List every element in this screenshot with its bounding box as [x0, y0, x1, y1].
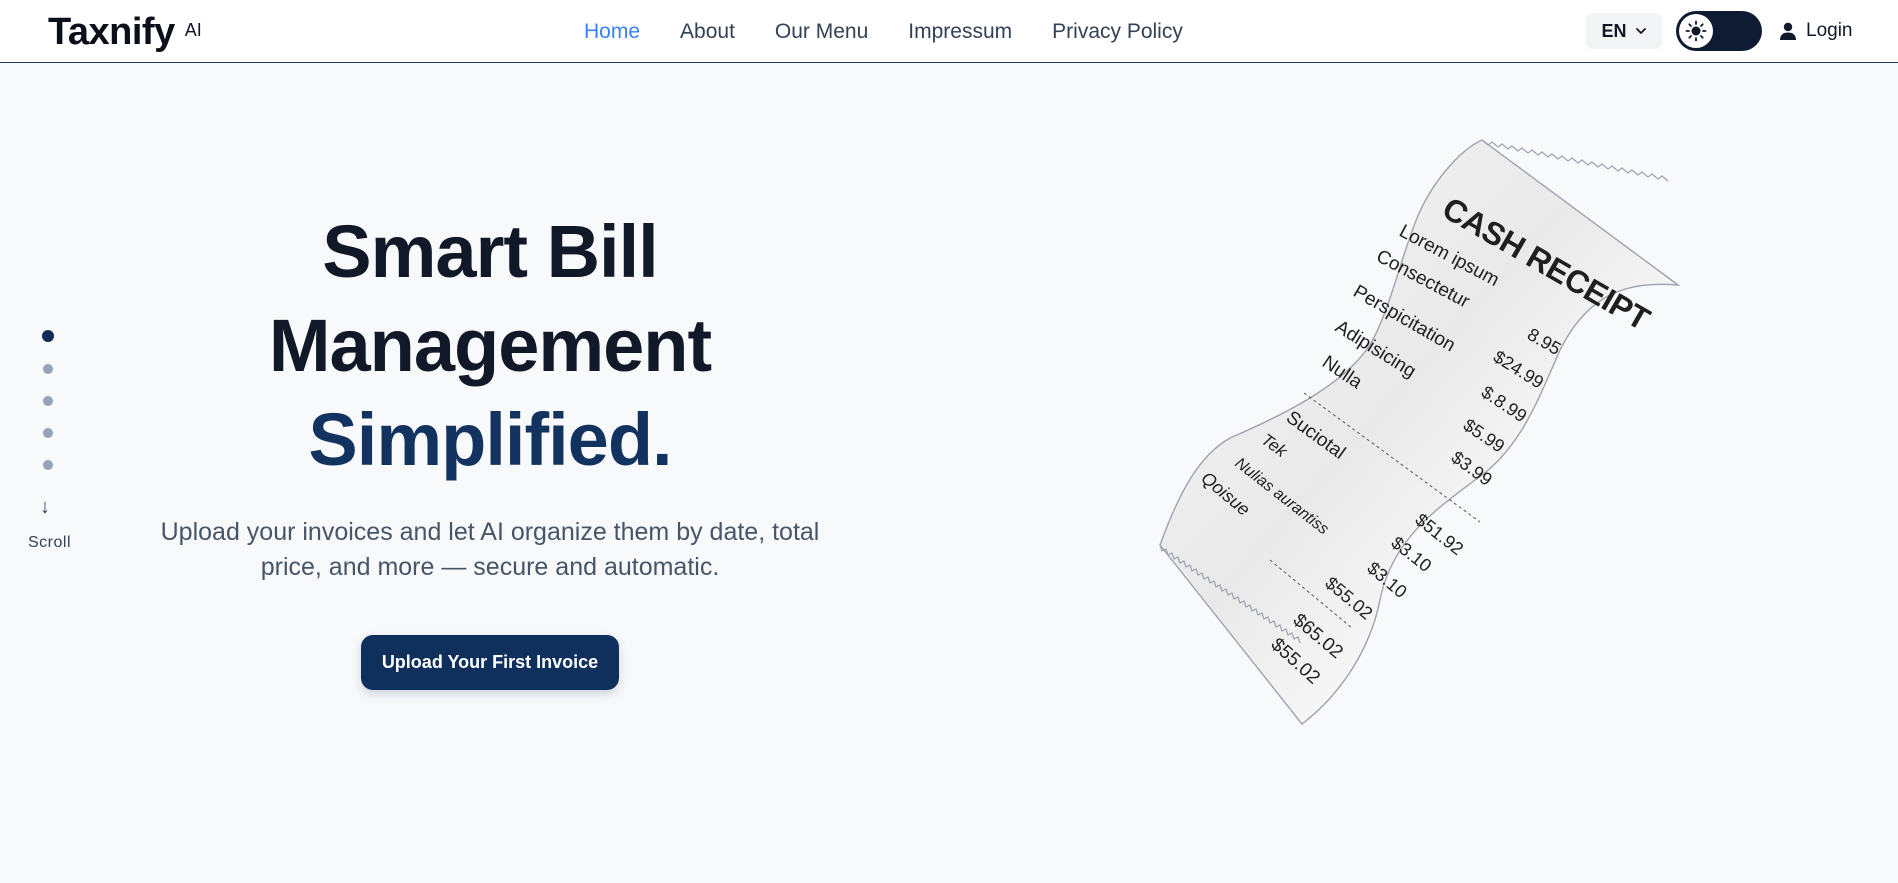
arrow-down-icon[interactable]: ↓	[40, 496, 50, 519]
hero-title-line-2: Management	[268, 304, 712, 387]
brand-logo[interactable]: Taxnify AI	[48, 10, 202, 54]
top-navbar: Taxnify AI Home About Our Menu Impressum…	[0, 0, 1898, 63]
receipt-illustration: CASH RECEIPT Lorem ipsum Consectetur Per…	[1080, 120, 1720, 740]
section-dot-2[interactable]	[43, 364, 53, 374]
sun-icon	[1685, 20, 1707, 42]
section-pagination	[42, 330, 54, 492]
hero-subtitle: Upload your invoices and let AI organize…	[160, 518, 820, 581]
hero-section: Smart Bill Management Simplified. Upload…	[120, 205, 860, 690]
section-dot-5[interactable]	[43, 460, 53, 470]
toggle-knob	[1679, 14, 1713, 48]
login-label: Login	[1806, 20, 1853, 41]
nav-our-menu[interactable]: Our Menu	[775, 19, 868, 45]
brand-suffix: AI	[184, 20, 202, 40]
language-value: EN	[1601, 20, 1627, 41]
section-dot-4[interactable]	[43, 428, 53, 438]
main-nav: Home About Our Menu Impressum Privacy Po…	[584, 19, 1223, 45]
hero-title-line-1: Smart Bill	[322, 210, 658, 293]
brand-name: Taxnify	[48, 11, 175, 53]
section-dot-3[interactable]	[43, 396, 53, 406]
login-button[interactable]: Login	[1778, 20, 1853, 42]
user-icon	[1780, 22, 1796, 40]
nav-about[interactable]: About	[680, 19, 735, 45]
chevron-down-icon	[1635, 28, 1646, 34]
section-dot-1[interactable]	[42, 330, 54, 342]
nav-impressum[interactable]: Impressum	[908, 19, 1012, 45]
nav-home[interactable]: Home	[584, 19, 640, 45]
nav-privacy-policy[interactable]: Privacy Policy	[1052, 19, 1183, 45]
scroll-label[interactable]: Scroll	[28, 534, 71, 552]
receipt-svg: CASH RECEIPT Lorem ipsum Consectetur Per…	[1159, 139, 1681, 725]
theme-toggle[interactable]	[1676, 11, 1762, 51]
hero-title-line-3: Simplified.	[308, 398, 672, 481]
upload-invoice-button[interactable]: Upload Your First Invoice	[361, 635, 619, 690]
language-select[interactable]: EN	[1586, 13, 1662, 49]
